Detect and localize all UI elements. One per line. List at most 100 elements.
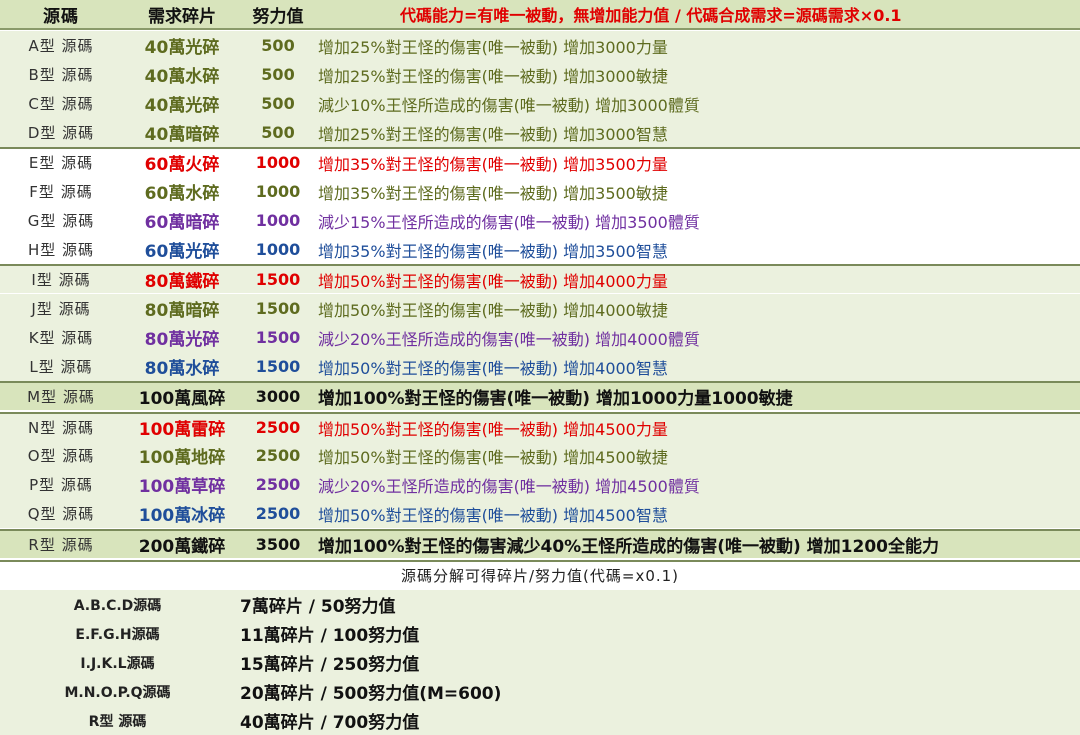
- header-code: 源碼: [43, 6, 79, 27]
- description-cell: 增加100%對王怪的傷害(唯一被動) 增加1000力量1000敏捷: [318, 389, 793, 409]
- effort-cell: 1500: [255, 299, 301, 318]
- effort-cell: 1500: [255, 328, 301, 347]
- description-cell: 增加50%對王怪的傷害(唯一被動) 增加4500敏捷: [318, 447, 668, 467]
- shards-cell: 100萬雷碎: [138, 420, 226, 440]
- header-note: 代碼能力=有唯一被動，無增加能力值 / 代碼合成需求=源碼需求×0.1: [400, 6, 902, 25]
- table-row: A型 源碼 40萬光碎 500 增加25%對王怪的傷害(唯一被動) 增加3000力量: [0, 31, 1080, 60]
- code-cell: G型 源碼: [27, 212, 95, 230]
- code-cell: D型 源碼: [27, 124, 95, 142]
- description-cell: 增加50%對王怪的傷害(唯一被動) 增加4500力量: [318, 419, 668, 439]
- effort-cell: 500: [261, 36, 295, 55]
- shards-cell: 80萬暗碎: [144, 301, 220, 321]
- table-row: J型 源碼 80萬暗碎 1500 增加50%對王怪的傷害(唯一被動) 增加4000敏捷: [0, 294, 1080, 323]
- summary-value: 7萬碎片 / 50努力值: [240, 597, 396, 617]
- code-cell: R型 源碼: [28, 536, 94, 554]
- description-cell: 減少20%王怪所造成的傷害(唯一被動) 增加4000體質: [318, 329, 700, 349]
- shards-cell: 60萬水碎: [144, 184, 220, 204]
- code-cell: Q型 源碼: [27, 505, 95, 523]
- summary-row: A.B.C.D源碼 7萬碎片 / 50努力值: [0, 590, 1080, 619]
- table-row: N型 源碼 100萬雷碎 2500 增加50%對王怪的傷害(唯一被動) 增加4500力…: [0, 412, 1080, 441]
- effort-cell: 2500: [255, 446, 301, 465]
- code-cell: B型 源碼: [28, 66, 94, 84]
- shards-cell: 80萬水碎: [144, 359, 220, 379]
- summary-title-row: 源碼分解可得碎片/努力值(代碼=x0.1): [0, 560, 1080, 589]
- header-shards: 需求碎片: [148, 6, 216, 27]
- description-cell: 增加25%對王怪的傷害(唯一被動) 增加3000敏捷: [318, 66, 668, 86]
- shards-cell: 40萬光碎: [144, 38, 220, 58]
- summary-label: A.B.C.D源碼: [73, 597, 162, 614]
- table-row: D型 源碼 40萬暗碎 500 增加25%對王怪的傷害(唯一被動) 增加3000智慧: [0, 118, 1080, 147]
- table-row: O型 源碼 100萬地碎 2500 增加50%對王怪的傷害(唯一被動) 增加4500敏…: [0, 441, 1080, 470]
- summary-value: 20萬碎片 / 500努力值(M=600): [240, 684, 502, 704]
- summary-row: E.F.G.H源碼 11萬碎片 / 100努力值: [0, 619, 1080, 648]
- summary-row: M.N.O.P.Q源碼 20萬碎片 / 500努力值(M=600): [0, 677, 1080, 706]
- description-cell: 增加50%對王怪的傷害(唯一被動) 增加4000力量: [318, 271, 668, 291]
- effort-cell: 1500: [255, 357, 301, 376]
- effort-cell: 3500: [255, 535, 301, 554]
- code-cell: O型 源碼: [27, 447, 95, 465]
- table-row: M型 源碼 100萬風碎 3000 增加100%對王怪的傷害(唯一被動) 增加1000…: [0, 381, 1080, 410]
- summary-value: 40萬碎片 / 700努力值: [240, 713, 420, 733]
- description-cell: 增加25%對王怪的傷害(唯一被動) 增加3000智慧: [318, 124, 668, 144]
- effort-cell: 3000: [255, 387, 301, 406]
- description-cell: 增加50%對王怪的傷害(唯一被動) 增加4000敏捷: [318, 300, 668, 320]
- table-row: E型 源碼 60萬火碎 1000 增加35%對王怪的傷害(唯一被動) 增加3500力量: [0, 147, 1080, 176]
- effort-cell: 2500: [255, 504, 301, 523]
- summary-label: M.N.O.P.Q源碼: [64, 684, 171, 701]
- shards-cell: 100萬草碎: [138, 477, 226, 497]
- summary-title: 源碼分解可得碎片/努力值(代碼=x0.1): [400, 567, 680, 585]
- code-cell: L型 源碼: [29, 358, 93, 376]
- shards-cell: 100萬冰碎: [138, 506, 226, 526]
- header-effort: 努力值: [252, 6, 304, 27]
- table-row: I型 源碼 80萬鐵碎 1500 增加50%對王怪的傷害(唯一被動) 增加4000力量: [0, 264, 1080, 293]
- description-cell: 減少20%王怪所造成的傷害(唯一被動) 增加4500體質: [318, 476, 700, 496]
- table-row: B型 源碼 40萬水碎 500 增加25%對王怪的傷害(唯一被動) 增加3000敏捷: [0, 60, 1080, 89]
- description-cell: 增加25%對王怪的傷害(唯一被動) 增加3000力量: [318, 37, 668, 57]
- summary-row: I.J.K.L源碼 15萬碎片 / 250努力值: [0, 648, 1080, 677]
- code-cell: A型 源碼: [28, 37, 94, 55]
- shards-cell: 200萬鐵碎: [138, 537, 226, 557]
- shards-cell: 60萬火碎: [144, 155, 220, 175]
- shard-requirement-sheet: 源碼 需求碎片 努力值 代碼能力=有唯一被動，無增加能力值 / 代碼合成需求=源…: [0, 0, 1080, 735]
- effort-cell: 1500: [255, 270, 301, 289]
- summary-label: E.F.G.H源碼: [75, 626, 160, 643]
- effort-cell: 1000: [255, 211, 301, 230]
- effort-cell: 500: [261, 123, 295, 142]
- effort-cell: 500: [261, 65, 295, 84]
- effort-cell: 1000: [255, 182, 301, 201]
- table-row: H型 源碼 60萬光碎 1000 增加35%對王怪的傷害(唯一被動) 增加3500智慧: [0, 235, 1080, 264]
- code-cell: N型 源碼: [28, 419, 94, 437]
- code-cell: I型 源碼: [31, 271, 91, 289]
- header-row: 源碼 需求碎片 努力值 代碼能力=有唯一被動，無增加能力值 / 代碼合成需求=源…: [0, 0, 1080, 30]
- shards-cell: 100萬地碎: [138, 448, 226, 468]
- effort-cell: 2500: [255, 475, 301, 494]
- shards-cell: 60萬暗碎: [144, 213, 220, 233]
- shards-cell: 40萬光碎: [144, 96, 220, 116]
- code-cell: P型 源碼: [29, 476, 93, 494]
- code-cell: H型 源碼: [27, 241, 95, 259]
- code-cell: F型 源碼: [29, 183, 93, 201]
- summary-value: 15萬碎片 / 250努力值: [240, 655, 420, 675]
- shards-cell: 40萬水碎: [144, 67, 220, 87]
- effort-cell: 1000: [255, 153, 301, 172]
- effort-cell: 1000: [255, 240, 301, 259]
- description-cell: 增加35%對王怪的傷害(唯一被動) 增加3500智慧: [318, 241, 668, 261]
- summary-row: R型 源碼 40萬碎片 / 700努力值: [0, 706, 1080, 735]
- summary-label: I.J.K.L源碼: [80, 655, 155, 672]
- summary-label: R型 源碼: [88, 713, 147, 730]
- table-row: K型 源碼 80萬光碎 1500 減少20%王怪所造成的傷害(唯一被動) 增加4000…: [0, 323, 1080, 352]
- code-cell: M型 源碼: [27, 388, 95, 406]
- table-row: Q型 源碼 100萬冰碎 2500 增加50%對王怪的傷害(唯一被動) 增加4500智…: [0, 499, 1080, 528]
- table-row: R型 源碼 200萬鐵碎 3500 增加100%對王怪的傷害減少40%王怪所造成的傷害…: [0, 529, 1080, 558]
- table-row: C型 源碼 40萬光碎 500 減少10%王怪所造成的傷害(唯一被動) 增加3000體…: [0, 89, 1080, 118]
- table-row: L型 源碼 80萬水碎 1500 增加50%對王怪的傷害(唯一被動) 增加4000智慧: [0, 352, 1080, 381]
- summary-value: 11萬碎片 / 100努力值: [240, 626, 420, 646]
- code-cell: E型 源碼: [28, 154, 94, 172]
- description-cell: 增加50%對王怪的傷害(唯一被動) 增加4500智慧: [318, 505, 668, 525]
- description-cell: 增加35%對王怪的傷害(唯一被動) 增加3500力量: [318, 154, 668, 174]
- code-cell: C型 源碼: [28, 95, 94, 113]
- description-cell: 增加35%對王怪的傷害(唯一被動) 增加3500敏捷: [318, 183, 668, 203]
- effort-cell: 2500: [255, 418, 301, 437]
- table-row: G型 源碼 60萬暗碎 1000 減少15%王怪所造成的傷害(唯一被動) 增加3500…: [0, 206, 1080, 235]
- description-cell: 減少10%王怪所造成的傷害(唯一被動) 增加3000體質: [318, 95, 700, 115]
